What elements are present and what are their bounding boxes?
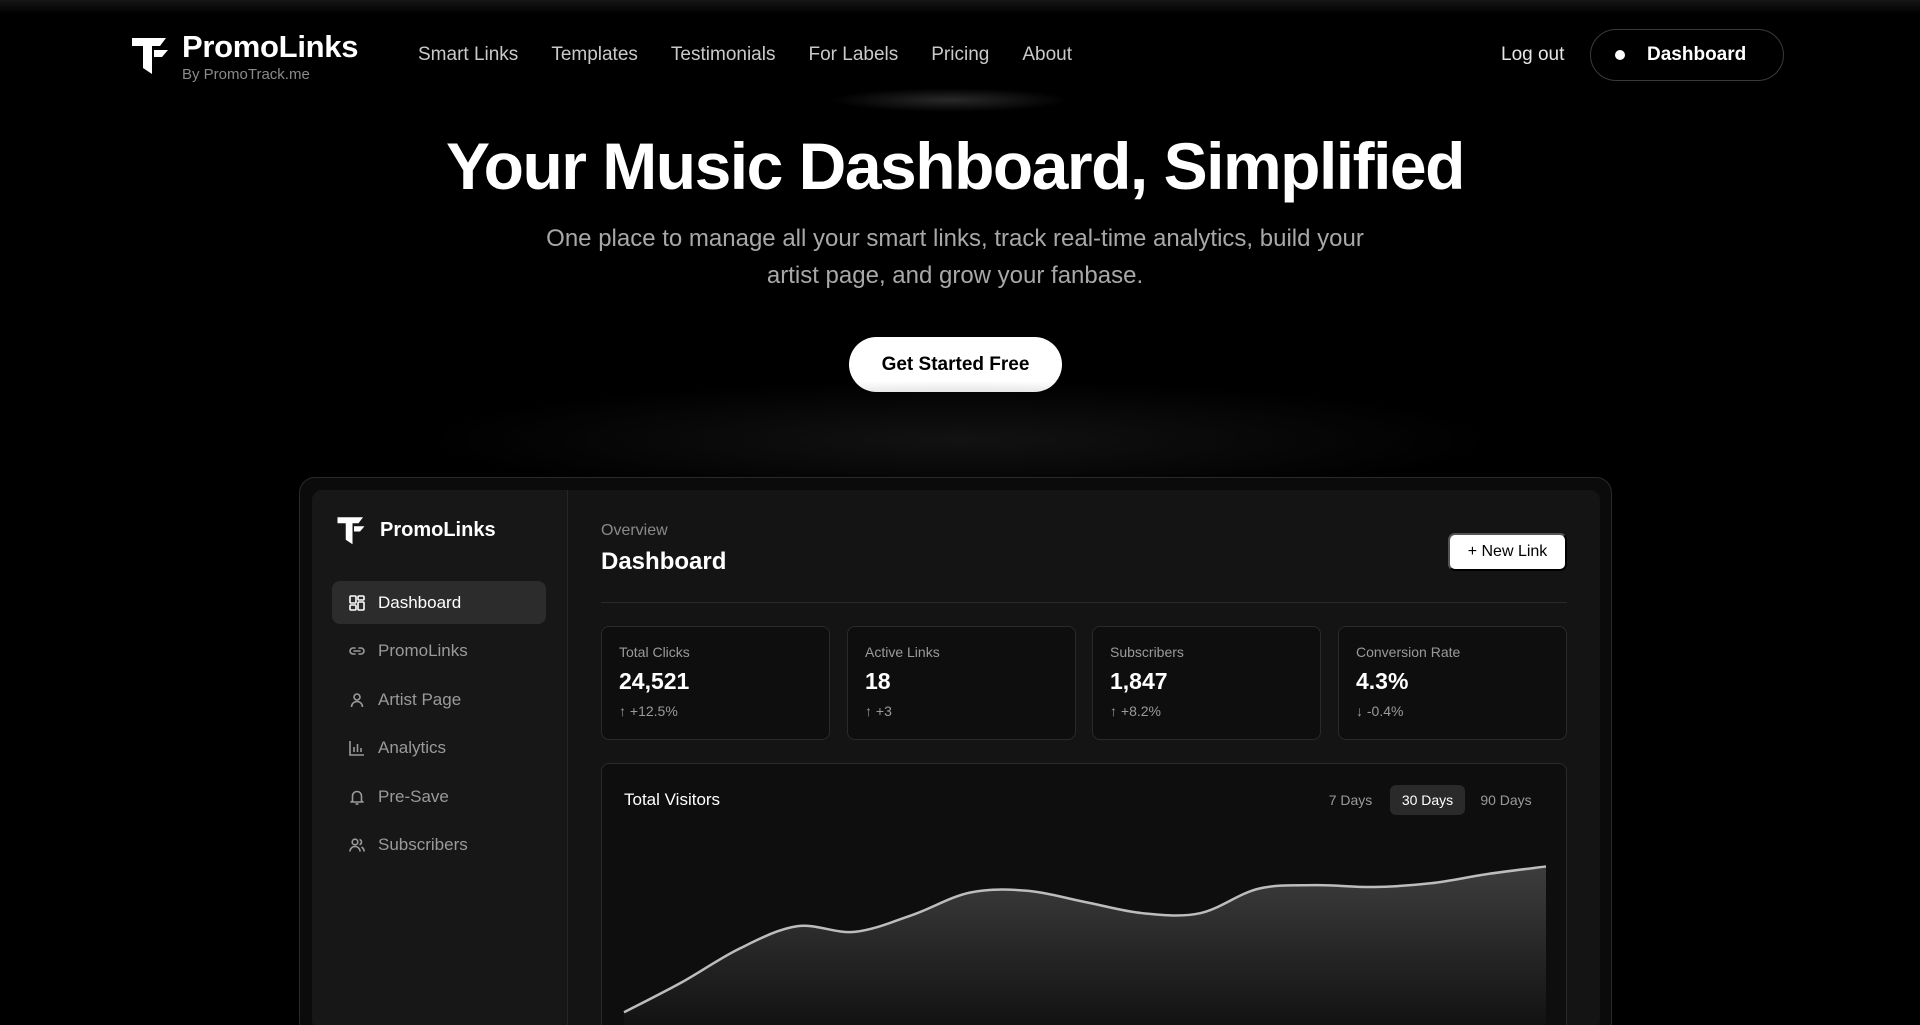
- dashboard-preview: PromoLinks Dashboard PromoLinks Artist P…: [312, 490, 1600, 1025]
- stat-delta: ↑ +3: [865, 703, 892, 719]
- chart-title: Total Visitors: [624, 790, 721, 809]
- page-title: Dashboard: [601, 548, 727, 575]
- sidebar-item-artist-page[interactable]: Artist Page: [332, 678, 546, 721]
- stat-card-subscribers: Subscribers 1,847 ↑ +8.2%: [1092, 626, 1321, 740]
- hero-title: Your Music Dashboard, Simplified: [446, 129, 1465, 203]
- app-brand-name: PromoLinks: [380, 518, 496, 541]
- stat-delta: ↑ +8.2%: [1110, 703, 1161, 719]
- sidebar-item-label: Subscribers: [378, 834, 468, 854]
- sidebar-item-pre-save[interactable]: Pre-Save: [332, 775, 546, 818]
- stat-value: 4.3%: [1356, 668, 1409, 694]
- nav-smart-links[interactable]: Smart Links: [418, 42, 518, 68]
- hero-subtitle: One place to manage all your smart links…: [505, 220, 1405, 294]
- range-30-days[interactable]: 30 Days: [1390, 785, 1465, 815]
- new-link-button[interactable]: + New Link: [1448, 533, 1567, 571]
- stat-delta: ↑ +12.5%: [619, 703, 678, 719]
- sidebar-item-subscribers[interactable]: Subscribers: [332, 823, 546, 866]
- stat-card-active-links: Active Links 18 ↑ +3: [847, 626, 1076, 740]
- stat-value: 1,847: [1110, 668, 1168, 694]
- app-sidebar: PromoLinks Dashboard PromoLinks Artist P…: [312, 490, 568, 1025]
- hero-subtitle-line-1: One place to manage all your smart links…: [546, 225, 1364, 252]
- brand-byline: By PromoTrack.me: [182, 66, 310, 83]
- total-visitors-chart: [623, 865, 1547, 1025]
- nav-testimonials[interactable]: Testimonials: [671, 42, 776, 68]
- nav-for-labels[interactable]: For Labels: [808, 42, 898, 68]
- brand-name: PromoLinks: [182, 29, 359, 64]
- decorative-glow: [830, 88, 1070, 112]
- grid-icon: [349, 594, 365, 611]
- stat-card-total-clicks: Total Clicks 24,521 ↑ +12.5%: [601, 626, 830, 740]
- promolinks-logo-icon: [337, 517, 365, 545]
- nav-pricing[interactable]: Pricing: [931, 42, 989, 68]
- sidebar-item-dashboard[interactable]: Dashboard: [332, 581, 546, 624]
- sidebar-item-label: Pre-Save: [378, 786, 449, 806]
- logout-link[interactable]: Log out: [1501, 42, 1564, 68]
- link-icon: [349, 646, 365, 655]
- stat-label: Conversion Rate: [1356, 644, 1461, 660]
- nav-templates[interactable]: Templates: [551, 42, 638, 68]
- nav-about[interactable]: About: [1022, 42, 1072, 68]
- bell-icon: [350, 790, 364, 805]
- stat-label: Subscribers: [1110, 644, 1184, 660]
- range-90-days[interactable]: 90 Days: [1471, 785, 1541, 815]
- sidebar-item-label: Artist Page: [378, 689, 462, 709]
- range-7-days[interactable]: 7 Days: [1319, 785, 1382, 815]
- total-visitors-card: Total Visitors 7 Days 30 Days 90 Days: [601, 763, 1567, 1025]
- stat-label: Total Clicks: [619, 644, 690, 660]
- sidebar-item-label: Dashboard: [378, 592, 462, 612]
- main-nav: Smart Links Templates Testimonials For L…: [418, 42, 1105, 68]
- dot-icon: [1615, 50, 1625, 60]
- sidebar-item-promolinks[interactable]: PromoLinks: [332, 629, 546, 672]
- stat-value: 24,521: [619, 668, 690, 694]
- user-icon: [350, 692, 364, 707]
- breadcrumb: Overview: [601, 522, 668, 539]
- brand-logo[interactable]: PromoLinks By PromoTrack.me: [130, 30, 358, 84]
- bar-chart-icon: [349, 740, 364, 756]
- visitors-area: [624, 866, 1546, 1025]
- hero-subtitle-line-2: artist page, and grow your fanbase.: [766, 262, 1144, 289]
- sidebar-item-label: Analytics: [378, 737, 447, 757]
- promolinks-logo-icon: [132, 38, 168, 74]
- users-icon: [349, 837, 365, 852]
- sidebar-item-analytics[interactable]: Analytics: [332, 726, 546, 769]
- dashboard-button-label: Dashboard: [1647, 44, 1747, 65]
- app-main: Overview Dashboard + New Link Total Clic…: [601, 490, 1567, 1025]
- sidebar-item-label: PromoLinks: [378, 640, 468, 660]
- stat-label: Active Links: [865, 644, 940, 660]
- stat-value: 18: [865, 668, 891, 694]
- stat-delta: ↓ -0.4%: [1356, 703, 1404, 719]
- divider: [601, 602, 1567, 603]
- stat-card-conversion-rate: Conversion Rate 4.3% ↓ -0.4%: [1338, 626, 1567, 740]
- dashboard-button[interactable]: Dashboard: [1590, 29, 1784, 81]
- app-brand[interactable]: PromoLinks: [336, 514, 496, 546]
